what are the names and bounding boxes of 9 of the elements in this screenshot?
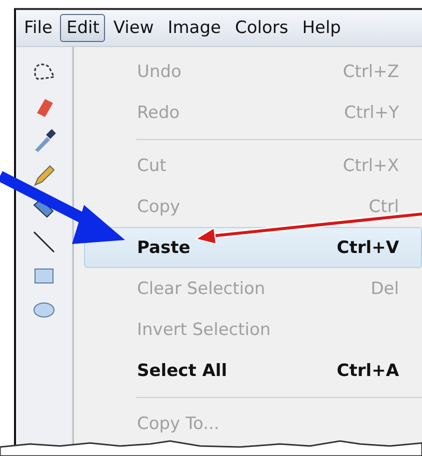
menu-title[interactable]: Help (296, 14, 347, 42)
menu-title[interactable]: File (18, 14, 58, 42)
menu-title[interactable]: View (107, 14, 160, 42)
menu-title[interactable]: Edit (60, 14, 106, 42)
line-icon[interactable] (31, 229, 57, 255)
menu-title[interactable]: Image (162, 14, 227, 42)
menu-title[interactable]: Colors (228, 14, 294, 42)
menu-item[interactable]: Paste Ctrl+V (84, 227, 422, 268)
menu-item[interactable]: Select All Ctrl+A (74, 350, 422, 391)
